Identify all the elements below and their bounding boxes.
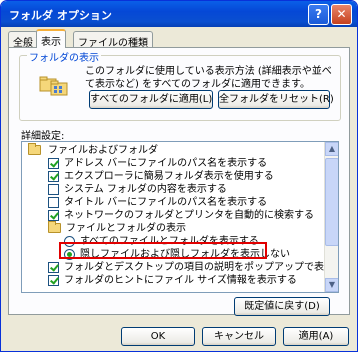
scroll-up-icon[interactable]: ▲ xyxy=(325,142,338,156)
help-button[interactable]: ? xyxy=(308,4,329,25)
folder-icon xyxy=(48,221,61,233)
vertical-scrollbar[interactable]: ▲ ▼ xyxy=(324,142,338,292)
window-title: フォルダ オプション xyxy=(9,9,112,22)
cancel-button[interactable]: キャンセル xyxy=(202,327,276,346)
reset-all-folders-button[interactable]: 全フォルダをリセット(R) xyxy=(218,90,334,109)
apply-to-all-folders-button[interactable]: すべてのフォルダに適用(L) xyxy=(89,90,213,109)
folder-views-icon xyxy=(39,76,68,96)
system-folder-contents-checkbox[interactable] xyxy=(48,184,59,195)
title-bar[interactable]: フォルダ オプション ? ✕ xyxy=(1,1,357,27)
scroll-thumb[interactable] xyxy=(325,158,338,246)
folder-views-description: このフォルダに使用している表示方法 (詳細表示や並べて表示など) をすべてのフォ… xyxy=(85,66,332,90)
popup-description-checkbox[interactable] xyxy=(48,262,59,273)
restore-defaults-button[interactable]: 既定値に戻す(D) xyxy=(234,297,330,316)
close-button[interactable]: ✕ xyxy=(331,4,352,25)
ok-button[interactable]: OK xyxy=(121,327,195,346)
tab-general[interactable]: 全般 xyxy=(8,31,38,49)
scroll-down-icon[interactable]: ▼ xyxy=(325,278,338,292)
folder-options-dialog: フォルダ オプション ? ✕ 全般 表示 ファイルの種類 フォルダの表示 このフ… xyxy=(0,0,358,352)
tab-strip: 全般 表示 ファイルの種類 xyxy=(8,29,348,49)
advanced-settings-list[interactable]: ファイルおよびフォルダ アドレス バーにファイルのパス名を表示する エクスプロー… xyxy=(21,141,339,293)
file-size-tip-checkbox[interactable] xyxy=(48,275,59,286)
folder-icon xyxy=(28,143,41,155)
folder-views-label: フォルダの表示 xyxy=(27,49,101,64)
highlight-box xyxy=(59,242,267,259)
title-bar-path-checkbox[interactable] xyxy=(48,197,59,208)
tab-file-types[interactable]: ファイルの種類 xyxy=(73,31,153,49)
apply-button[interactable]: 適用(A) xyxy=(283,327,349,346)
address-path-checkbox[interactable] xyxy=(48,158,59,169)
tab-view[interactable]: 表示 xyxy=(36,29,66,48)
advanced-settings-label: 詳細設定: xyxy=(21,131,65,142)
simple-folder-view-checkbox[interactable] xyxy=(48,171,59,182)
network-search-checkbox[interactable] xyxy=(48,210,59,221)
